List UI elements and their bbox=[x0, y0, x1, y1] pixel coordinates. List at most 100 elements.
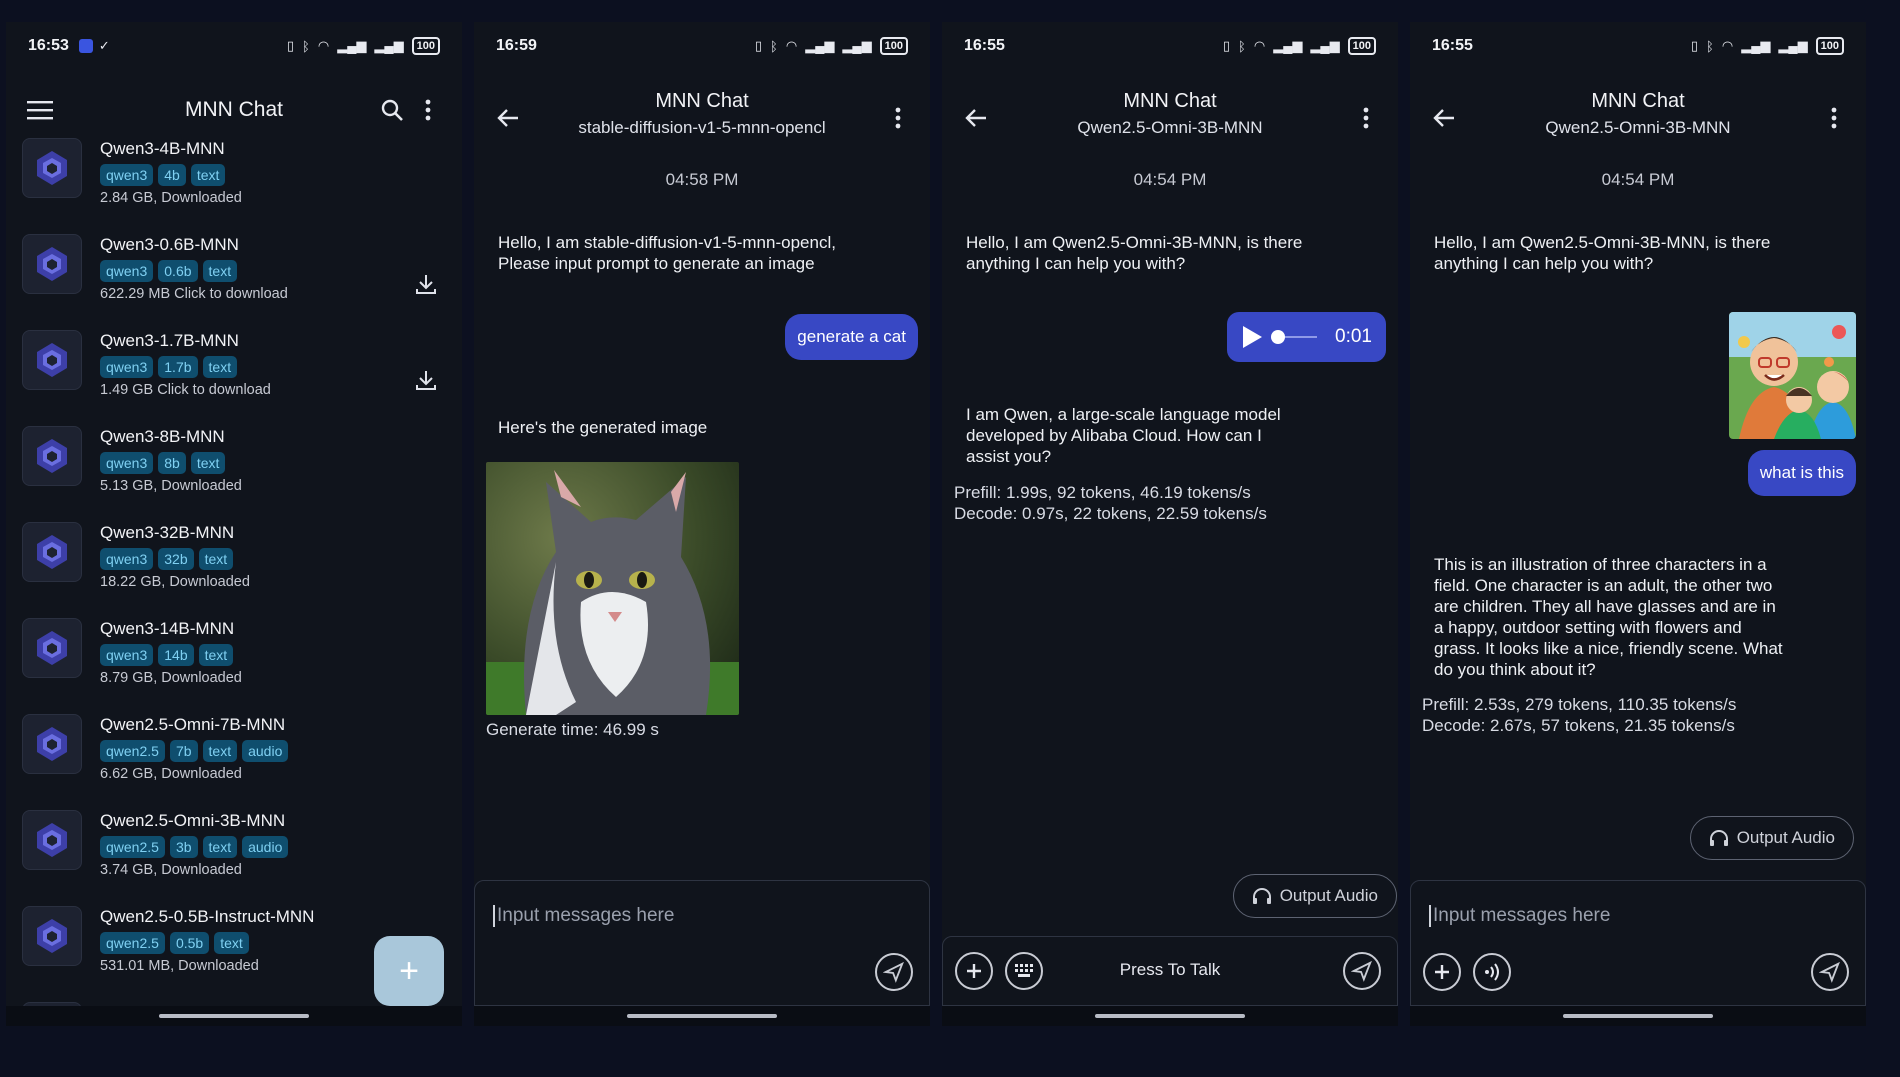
decode-stats: Decode: 0.97s, 22 tokens, 22.59 tokens/s bbox=[954, 504, 1267, 523]
add-model-button[interactable]: + bbox=[374, 936, 444, 1006]
play-icon[interactable] bbox=[1241, 325, 1263, 349]
bluetooth-icon: ᛒ bbox=[1706, 38, 1714, 54]
vibrate-icon: ▯ bbox=[1690, 38, 1699, 53]
model-tag: qwen2.5 bbox=[100, 740, 165, 762]
model-name: Qwen3-32B-MNN bbox=[100, 523, 235, 542]
model-list-item[interactable]: Qwen2.5-Omni-3B-MNN qwen2.5 3b text audio 3.7… bbox=[6, 802, 462, 898]
plus-icon bbox=[1435, 965, 1449, 979]
add-attachment-button[interactable] bbox=[1423, 953, 1461, 991]
wifi-icon: ◠ bbox=[785, 38, 798, 53]
audio-progress-knob[interactable] bbox=[1271, 330, 1286, 344]
generated-cat-image[interactable] bbox=[486, 462, 739, 715]
model-status: 8.79 GB, Downloaded bbox=[100, 670, 242, 686]
chat-timestamp: 04:54 PM bbox=[1601, 170, 1675, 189]
download-icon[interactable] bbox=[408, 266, 444, 302]
output-audio-button[interactable]: Output Audio bbox=[1232, 874, 1397, 918]
battery-icon: 100 bbox=[1347, 37, 1376, 55]
chat-model-name: Qwen2.5-Omni-3B-MNN bbox=[1545, 118, 1731, 137]
model-list-item[interactable]: Qwen3-8B-MNN qwen3 8b text 5.13 GB, Download… bbox=[6, 418, 462, 514]
send-button[interactable] bbox=[1343, 952, 1381, 990]
chat-header: MNN Chat Qwen2.5-Omni-3B-MNN bbox=[1410, 80, 1866, 150]
navigation-bar bbox=[942, 1006, 1398, 1026]
model-list-item[interactable]: Qwen3-14B-MNN qwen3 14b text 8.79 GB, Downlo… bbox=[6, 610, 462, 706]
message-input[interactable]: Input messages here bbox=[493, 905, 674, 927]
decode-stats: Decode: 2.67s, 57 tokens, 21.35 tokens/s bbox=[1422, 716, 1735, 735]
model-status: 5.13 GB, Downloaded bbox=[100, 478, 242, 494]
model-tag: qwen3 bbox=[100, 644, 154, 666]
model-name: Qwen3-0.6B-MNN bbox=[100, 235, 239, 254]
model-tag: qwen3 bbox=[100, 548, 154, 570]
qwen-logo-icon bbox=[22, 714, 82, 774]
model-tags: qwen3 14b text bbox=[100, 644, 462, 666]
audio-progress[interactable] bbox=[1271, 330, 1318, 344]
model-status: 3.74 GB, Downloaded bbox=[100, 862, 242, 878]
back-arrow-icon[interactable] bbox=[1426, 100, 1462, 136]
model-list-item[interactable]: Qwen3-4B-MNN qwen3 4b text 2.84 GB, Download… bbox=[6, 130, 462, 226]
signal-icon: ▂▄▆ bbox=[337, 38, 367, 53]
more-vert-icon[interactable] bbox=[410, 92, 446, 128]
qwen-logo-icon bbox=[22, 330, 82, 390]
send-button[interactable] bbox=[1811, 953, 1849, 991]
chat-header: MNN Chat stable-diffusion-v1-5-mnn-openc… bbox=[474, 80, 930, 150]
screen-vision-chat: 16:55 ▯ ᛒ ◠ ▂▄▆ ▂▄▆ 100 MNN Chat Qwen2.5… bbox=[1410, 22, 1866, 1026]
voice-input-bar: Press To Talk bbox=[942, 936, 1398, 1006]
download-icon[interactable] bbox=[408, 362, 444, 398]
message-input-area: Input messages here bbox=[474, 880, 930, 1006]
model-tags: qwen2.5 7b text audio bbox=[100, 740, 462, 762]
user-attached-image[interactable] bbox=[1729, 312, 1856, 439]
qwen-logo-icon bbox=[22, 810, 82, 870]
notification-icon bbox=[78, 39, 93, 53]
model-list-item[interactable]: Qwen3-1.7B-MNN qwen3 1.7b text 1.49 GB Click… bbox=[6, 322, 462, 418]
model-tag: text bbox=[202, 740, 238, 762]
check-circle-icon: ✓ bbox=[98, 38, 110, 53]
more-vert-icon[interactable] bbox=[880, 100, 916, 136]
gesture-handle[interactable] bbox=[1563, 1014, 1713, 1018]
status-time: 16:55 bbox=[1432, 37, 1473, 54]
search-icon[interactable] bbox=[374, 92, 410, 128]
status-bar: 16:55 ▯ ᛒ ◠ ▂▄▆ ▂▄▆ 100 bbox=[942, 22, 1398, 70]
chat-header: MNN Chat Qwen2.5-Omni-3B-MNN bbox=[942, 80, 1398, 150]
battery-icon: 100 bbox=[411, 37, 440, 55]
menu-icon[interactable] bbox=[22, 92, 58, 128]
qwen-logo-icon bbox=[22, 234, 82, 294]
user-message: what is this bbox=[1747, 450, 1856, 496]
prefill-stats: Prefill: 1.99s, 92 tokens, 46.19 tokens/… bbox=[954, 483, 1251, 502]
output-audio-button[interactable]: Output Audio bbox=[1689, 816, 1854, 860]
send-icon bbox=[1351, 960, 1372, 982]
model-tag: text bbox=[202, 836, 238, 858]
model-list-item[interactable]: Qwen3-0.6B-MNN qwen3 0.6b text 622.29 MB Cli… bbox=[6, 226, 462, 322]
more-vert-icon[interactable] bbox=[1816, 100, 1852, 136]
more-vert-icon[interactable] bbox=[1348, 100, 1384, 136]
voice-mode-button[interactable] bbox=[1473, 953, 1511, 991]
model-tag: qwen3 bbox=[100, 356, 154, 378]
press-to-talk-button[interactable]: Press To Talk bbox=[943, 960, 1397, 980]
wifi-icon: ◠ bbox=[1253, 38, 1266, 53]
back-arrow-icon[interactable] bbox=[958, 100, 994, 136]
status-bar: 16:59 ▯ ᛒ ◠ ▂▄▆ ▂▄▆ 100 bbox=[474, 22, 930, 70]
model-name: Qwen2.5-0.5B-Instruct-MNN bbox=[100, 907, 315, 926]
battery-icon: 100 bbox=[1815, 37, 1844, 55]
model-list-item[interactable]: Qwen3-32B-MNN qwen3 32b text 18.22 GB, Downl… bbox=[6, 514, 462, 610]
gesture-handle[interactable] bbox=[159, 1014, 309, 1018]
gesture-handle[interactable] bbox=[1095, 1014, 1245, 1018]
bluetooth-icon: ᛒ bbox=[770, 38, 778, 54]
chat-title: MNN Chat bbox=[1123, 90, 1217, 112]
gesture-handle[interactable] bbox=[627, 1014, 777, 1018]
qwen-logo-icon bbox=[22, 426, 82, 486]
model-tag: 0.5b bbox=[169, 932, 210, 954]
back-arrow-icon[interactable] bbox=[490, 100, 526, 136]
model-tag: qwen3 bbox=[100, 452, 154, 474]
signal-icon-2: ▂▄▆ bbox=[842, 38, 872, 53]
model-list-item[interactable]: Qwen2.5-Omni-7B-MNN qwen2.5 7b text audio 6.6… bbox=[6, 706, 462, 802]
chat-timestamp: 04:58 PM bbox=[665, 170, 739, 189]
assistant-greeting: Hello, I am Qwen2.5-Omni-3B-MNN, is ther… bbox=[1434, 233, 1771, 273]
model-tag: qwen2.5 bbox=[100, 836, 165, 858]
assistant-greeting: Hello, I am Qwen2.5-Omni-3B-MNN, is ther… bbox=[966, 233, 1303, 273]
output-audio-label: Output Audio bbox=[1736, 828, 1835, 847]
voice-wave-icon bbox=[1485, 963, 1499, 981]
user-audio-message[interactable]: 0:01 bbox=[1227, 312, 1386, 362]
chat-timestamp: 04:54 PM bbox=[1133, 170, 1207, 189]
message-input[interactable]: Input messages here bbox=[1429, 905, 1610, 927]
send-button[interactable] bbox=[875, 953, 913, 991]
model-tags: qwen2.5 3b text audio bbox=[100, 836, 462, 858]
